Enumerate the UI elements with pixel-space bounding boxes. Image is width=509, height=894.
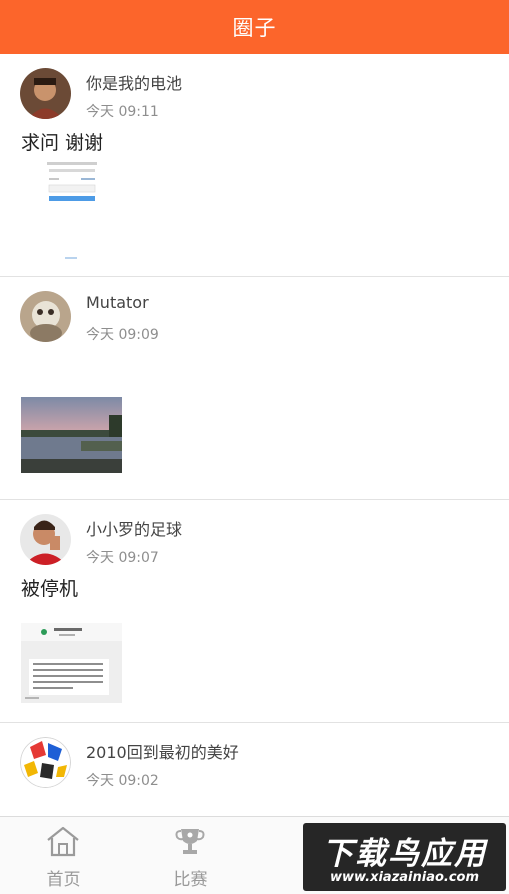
post-item[interactable]: 你是我的电池 今天 09:11 求问 谢谢 [0, 54, 509, 277]
tab-label: 首页 [46, 870, 81, 890]
post-image[interactable] [21, 397, 122, 473]
post-time: 今天 09:09 [86, 327, 159, 343]
avatar[interactable] [20, 68, 71, 119]
page-title: 圈子 [232, 16, 277, 40]
site-watermark-logo: 下载鸟应用 www.xiazainiao.com [303, 823, 506, 891]
post-author[interactable]: Mutator [86, 293, 149, 312]
post-feed[interactable]: 你是我的电池 今天 09:11 求问 谢谢 Mutator 今天 09:09 小… [0, 54, 509, 816]
avatar[interactable] [20, 737, 71, 788]
watermark-title: 下载鸟应用 [322, 836, 487, 872]
post-time: 今天 09:07 [86, 550, 159, 566]
trophy-icon [172, 825, 208, 857]
app-header: 圈子 [0, 0, 509, 54]
post-time: 今天 09:02 [86, 773, 159, 789]
post-author[interactable]: 小小罗的足球 [86, 516, 182, 540]
post-item[interactable]: 小小罗的足球 今天 09:07 被停机 [0, 500, 509, 723]
post-author[interactable]: 你是我的电池 [86, 70, 182, 94]
watermark-url: www.xiazainiao.com [329, 870, 480, 885]
post-item[interactable]: Mutator 今天 09:09 [0, 277, 509, 500]
post-image[interactable] [21, 156, 122, 260]
home-icon [45, 825, 81, 857]
post-author[interactable]: 2010回到最初的美好 [86, 739, 239, 763]
post-time: 今天 09:11 [86, 104, 159, 120]
avatar[interactable] [20, 291, 71, 342]
avatar[interactable] [20, 514, 71, 565]
post-content: 被停机 [21, 578, 79, 600]
tab-home[interactable]: 首页 [0, 817, 127, 894]
tab-match[interactable]: 比赛 [127, 817, 254, 894]
post-image[interactable] [21, 623, 122, 703]
tab-label: 比赛 [173, 870, 208, 890]
post-item[interactable]: 2010回到最初的美好 今天 09:02 [0, 723, 509, 816]
post-content: 求问 谢谢 [21, 132, 104, 154]
